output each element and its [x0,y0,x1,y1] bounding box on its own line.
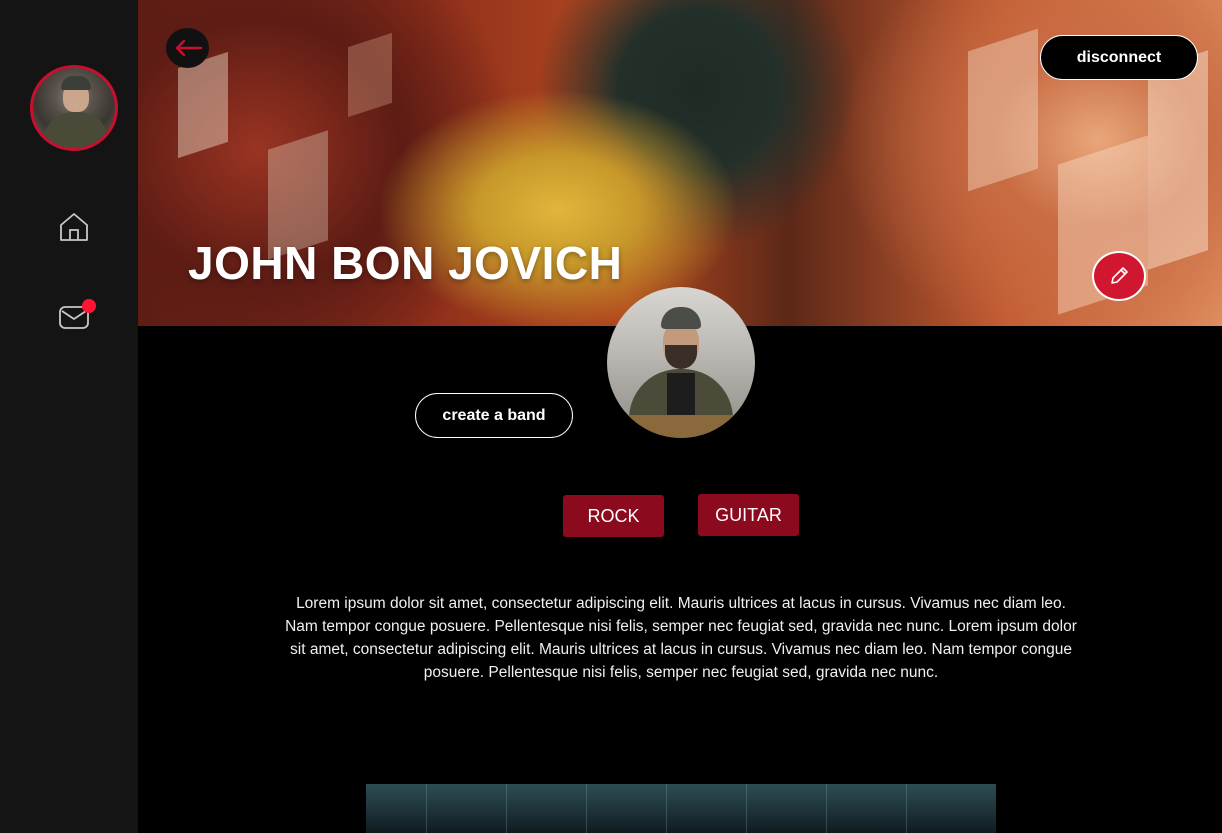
arrow-left-icon [175,39,202,57]
hero-decor [348,32,392,118]
instrument-tag[interactable]: GUITAR [698,494,799,536]
gallery-image-detail [506,784,507,833]
profile-picture-beard [665,345,697,369]
avatar-beanie [61,76,91,90]
gallery-image-detail [906,784,907,833]
gallery-image-detail [826,784,827,833]
gallery-image[interactable] [366,784,996,833]
create-band-button[interactable]: create a band [415,393,573,438]
home-icon[interactable] [57,210,91,244]
avatar-body [43,112,109,148]
sidebar [0,0,138,833]
gallery-image-detail [426,784,427,833]
hero-decor [968,28,1038,192]
pencil-icon [1111,267,1128,284]
notification-badge [82,299,96,313]
gallery-image-detail [666,784,667,833]
sidebar-avatar[interactable] [30,65,118,151]
profile-name: JOHN BON JOVICH [188,237,623,289]
profile-picture [607,287,755,438]
genre-tag[interactable]: ROCK [563,495,664,537]
hero-decor [1148,50,1208,270]
profile-bio: Lorem ipsum dolor sit amet, consectetur … [285,595,1077,681]
edit-profile-button[interactable] [1092,251,1146,301]
gallery-image-detail [746,784,747,833]
gallery-image-detail [586,784,587,833]
profile-picture-pants [627,415,735,438]
hero-banner: disconnect JOHN BON JOVICH [138,0,1222,326]
disconnect-button[interactable]: disconnect [1040,35,1198,80]
back-button[interactable] [166,28,209,68]
profile-picture-beanie [661,307,701,329]
